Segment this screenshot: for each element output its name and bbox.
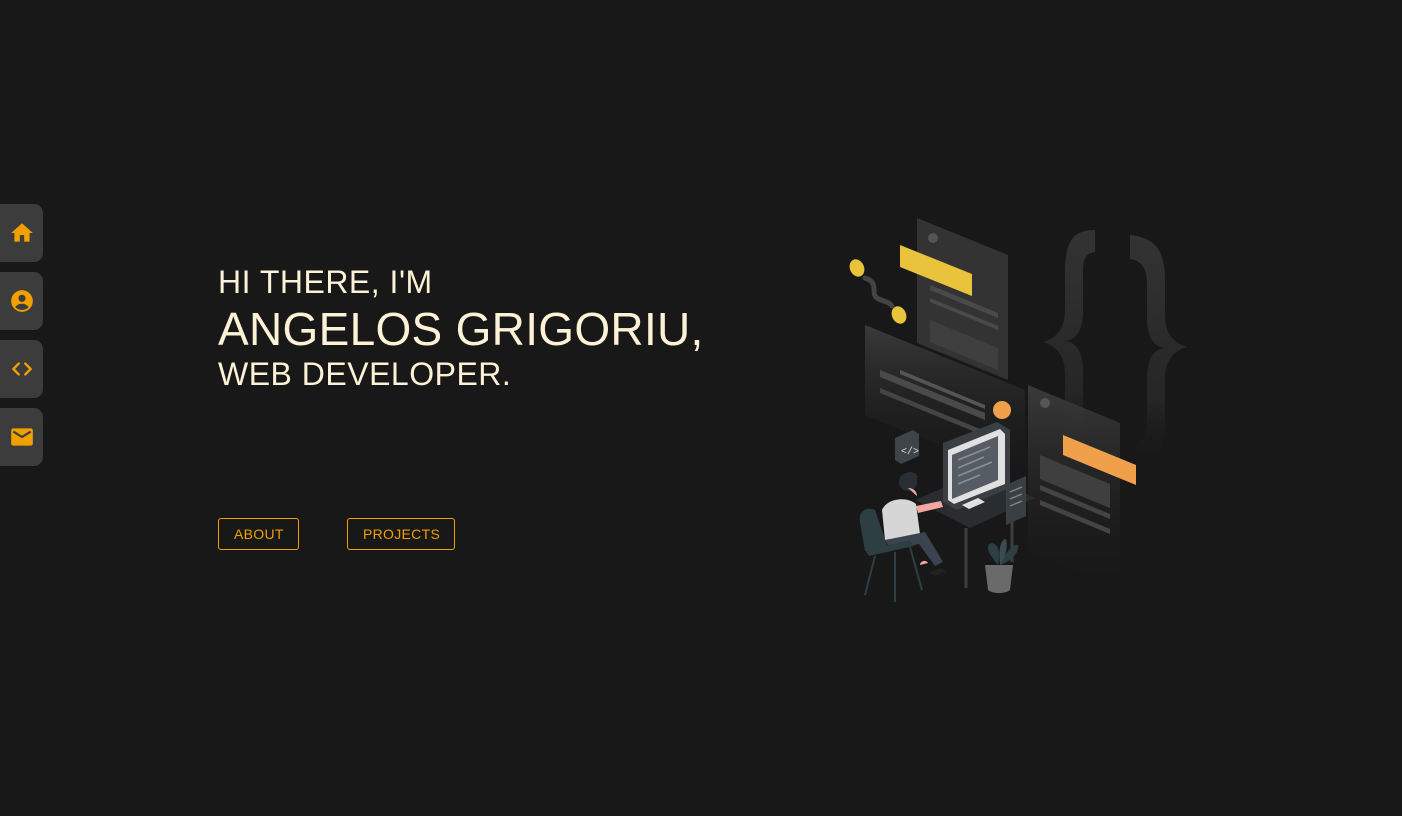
hero-name: ANGELOS GRIGORIU, <box>218 303 704 355</box>
nav-home-button[interactable] <box>0 204 43 262</box>
nav-about-button[interactable] <box>0 272 43 330</box>
mail-icon <box>10 428 33 446</box>
code-badge-text: </> <box>901 446 919 458</box>
chain-decoration <box>849 259 907 324</box>
nav-contact-button[interactable] <box>0 408 43 466</box>
developer-at-desk-illustration: </> <box>849 218 1187 602</box>
hero-role: WEB DEVELOPER. <box>218 356 512 392</box>
projects-button[interactable]: PROJECTS <box>347 518 455 550</box>
page: HI THERE, I'M ANGELOS GRIGORIU, WEB DEVE… <box>0 0 1402 816</box>
plant <box>985 539 1019 593</box>
code-panel-right <box>1028 385 1136 590</box>
hero-text: HI THERE, I'M ANGELOS GRIGORIU, WEB DEVE… <box>218 262 704 392</box>
side-nav <box>0 204 43 476</box>
hero-greeting: HI THERE, I'M <box>218 264 433 300</box>
nav-projects-button[interactable] <box>0 340 43 398</box>
home-icon <box>10 223 33 242</box>
about-button[interactable]: ABOUT <box>218 518 299 550</box>
user-circle-icon <box>10 290 33 312</box>
code-icon <box>11 362 32 376</box>
code-badge: </> <box>895 430 919 464</box>
